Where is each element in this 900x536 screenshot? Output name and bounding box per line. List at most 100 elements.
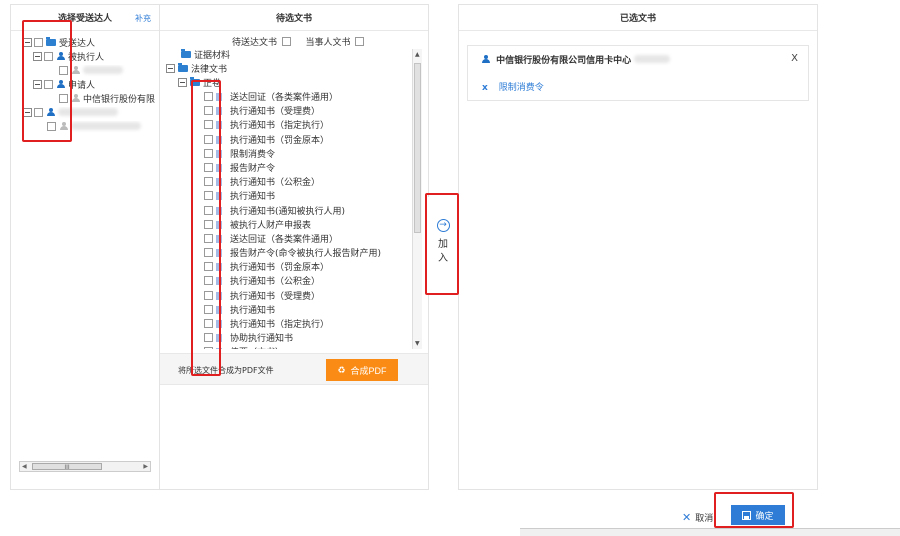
collapse-icon[interactable]: [23, 108, 32, 117]
recipients-panel: 选择受送达人 补充 受送达人 被执行人 申请人 中信银行股份有限 ◀ III ▶: [10, 4, 160, 490]
document-checkbox[interactable]: [204, 106, 213, 116]
document-checkbox[interactable]: [204, 276, 213, 286]
document-list: 送达回证（各类案件通用） 执行通知书（受理费） 执行通知书（指定执行） 执行通知书（罚…: [164, 91, 416, 349]
checkbox[interactable]: [59, 94, 68, 103]
document-checkbox[interactable]: [204, 205, 213, 215]
document-checkbox[interactable]: [204, 304, 213, 314]
scroll-down-icon[interactable]: ▼: [415, 340, 420, 347]
scroll-thumb[interactable]: III: [32, 463, 102, 471]
document-row[interactable]: 执行通知书（指定执行）: [164, 119, 416, 133]
document-label: 执行通知书: [230, 192, 276, 203]
tree-node-respondent[interactable]: 被执行人: [23, 51, 155, 65]
collapse-icon[interactable]: [23, 38, 32, 47]
remove-doc-icon[interactable]: x: [482, 83, 488, 93]
document-checkbox[interactable]: [204, 191, 213, 201]
candidates-panel: 待选文书 待送达文书 当事人文书 证据材料 法律文书 正卷 送达回证（各类案件通…: [159, 4, 429, 490]
document-row[interactable]: 报告财产令: [164, 162, 416, 176]
document-icon: [216, 320, 222, 328]
document-row[interactable]: 执行通知书(通知被执行人用): [164, 205, 416, 219]
tree-label: 受送达人: [59, 39, 96, 49]
checkbox[interactable]: [44, 80, 53, 89]
document-label: 限制消费令: [230, 149, 276, 160]
checkbox[interactable]: [44, 52, 53, 61]
redacted-name: [58, 108, 118, 116]
document-row[interactable]: 协助执行通知书: [164, 332, 416, 346]
tree-node-respondent-person[interactable]: [23, 65, 155, 79]
document-label: 被执行人财产申报表: [230, 220, 312, 231]
horizontal-scrollbar[interactable]: ◀ III ▶: [19, 461, 151, 472]
folder-icon: [46, 37, 56, 46]
selected-doc-item: x 限制消费令: [482, 80, 544, 93]
scroll-right-icon[interactable]: ▶: [143, 463, 148, 470]
filter-party-checkbox[interactable]: [355, 37, 365, 46]
document-checkbox[interactable]: [204, 162, 213, 172]
checkbox[interactable]: [59, 66, 68, 75]
checkbox[interactable]: [47, 122, 56, 131]
tree-node-other-group[interactable]: [23, 107, 155, 121]
tree-node-other-person[interactable]: [23, 121, 155, 135]
document-checkbox[interactable]: [204, 262, 213, 272]
document-icon: [216, 291, 222, 300]
checkbox[interactable]: [34, 38, 43, 47]
supplement-link[interactable]: 补充: [135, 13, 151, 24]
folder-main-volume[interactable]: 正卷: [164, 77, 416, 91]
document-checkbox[interactable]: [204, 148, 213, 158]
filter-pending-checkbox[interactable]: [282, 37, 292, 46]
document-row[interactable]: 限制消费令: [164, 148, 416, 162]
collapse-icon[interactable]: [178, 78, 187, 87]
document-label: 执行通知书: [230, 305, 276, 316]
document-row[interactable]: 送达回证（各类案件通用）: [164, 91, 416, 105]
document-row[interactable]: 执行通知书（受理费）: [164, 105, 416, 119]
document-row[interactable]: 送达回证（各类案件通用）: [164, 233, 416, 247]
tree-node-bank[interactable]: 中信银行股份有限: [23, 93, 155, 107]
document-row[interactable]: 执行通知书（公积金）: [164, 176, 416, 190]
document-row[interactable]: 传票（文书）: [164, 346, 416, 349]
doc-filter-row: 待送达文书 当事人文书: [232, 35, 367, 48]
folder-legal-docs[interactable]: 法律文书: [164, 63, 416, 77]
document-checkbox[interactable]: [204, 177, 213, 187]
remove-recipient-button[interactable]: X: [791, 53, 798, 64]
filter-pending-label: 待送达文书: [232, 38, 278, 48]
tree-node-recipients[interactable]: 受送达人: [23, 37, 155, 51]
checkbox[interactable]: [34, 108, 43, 117]
document-checkbox[interactable]: [204, 219, 213, 229]
document-checkbox[interactable]: [204, 248, 213, 258]
document-checkbox[interactable]: [204, 92, 213, 101]
document-checkbox[interactable]: [204, 319, 213, 328]
document-tree: 证据材料 法律文书 正卷 送达回证（各类案件通用） 执行通知书（受理费） 执行通知书…: [164, 49, 416, 349]
merge-pdf-button[interactable]: ♻ 合成PDF: [326, 359, 398, 381]
confirm-button[interactable]: 确定: [731, 505, 785, 525]
scroll-left-icon[interactable]: ◀: [22, 463, 27, 470]
document-checkbox[interactable]: [204, 120, 213, 130]
selected-recipient-name: 中信银行股份有限公司信用卡中心: [496, 56, 632, 66]
selected-panel: 已选文书 中信银行股份有限公司信用卡中心 X x 限制消费令: [458, 4, 818, 490]
document-row[interactable]: 执行通知书: [164, 304, 416, 318]
cancel-button[interactable]: ✕ 取消: [682, 508, 713, 526]
document-checkbox[interactable]: [204, 347, 213, 349]
collapse-icon[interactable]: [33, 52, 42, 61]
add-button[interactable]: → 加 入: [428, 197, 458, 293]
document-row[interactable]: 被执行人财产申报表: [164, 219, 416, 233]
document-row[interactable]: 执行通知书（指定执行）: [164, 318, 416, 332]
folder-evidence[interactable]: 证据材料: [164, 49, 416, 63]
document-checkbox[interactable]: [204, 333, 213, 343]
document-row[interactable]: 执行通知书（公积金）: [164, 275, 416, 289]
scroll-thumb[interactable]: [414, 63, 421, 233]
document-checkbox[interactable]: [204, 233, 213, 243]
document-row[interactable]: 执行通知书（罚金原本）: [164, 261, 416, 275]
tree-node-applicant[interactable]: 申请人: [23, 79, 155, 93]
folder-label: 法律文书: [191, 65, 228, 75]
collapse-icon[interactable]: [166, 64, 175, 73]
document-row[interactable]: 执行通知书（罚金原本）: [164, 134, 416, 148]
document-row[interactable]: 报告财产令(命令被执行人报告财产用): [164, 247, 416, 261]
document-icon: [216, 121, 222, 130]
document-checkbox[interactable]: [204, 134, 213, 144]
document-checkbox[interactable]: [204, 290, 213, 300]
document-row[interactable]: 执行通知书: [164, 190, 416, 204]
merge-bar: 将所选文件合成为PDF文件 ♻ 合成PDF: [160, 353, 428, 385]
selected-doc-label[interactable]: 限制消费令: [499, 83, 544, 93]
scroll-up-icon[interactable]: ▲: [415, 51, 420, 58]
vertical-scrollbar[interactable]: ▲ ▼: [412, 49, 422, 349]
document-row[interactable]: 执行通知书（受理费）: [164, 290, 416, 304]
collapse-icon[interactable]: [33, 80, 42, 89]
